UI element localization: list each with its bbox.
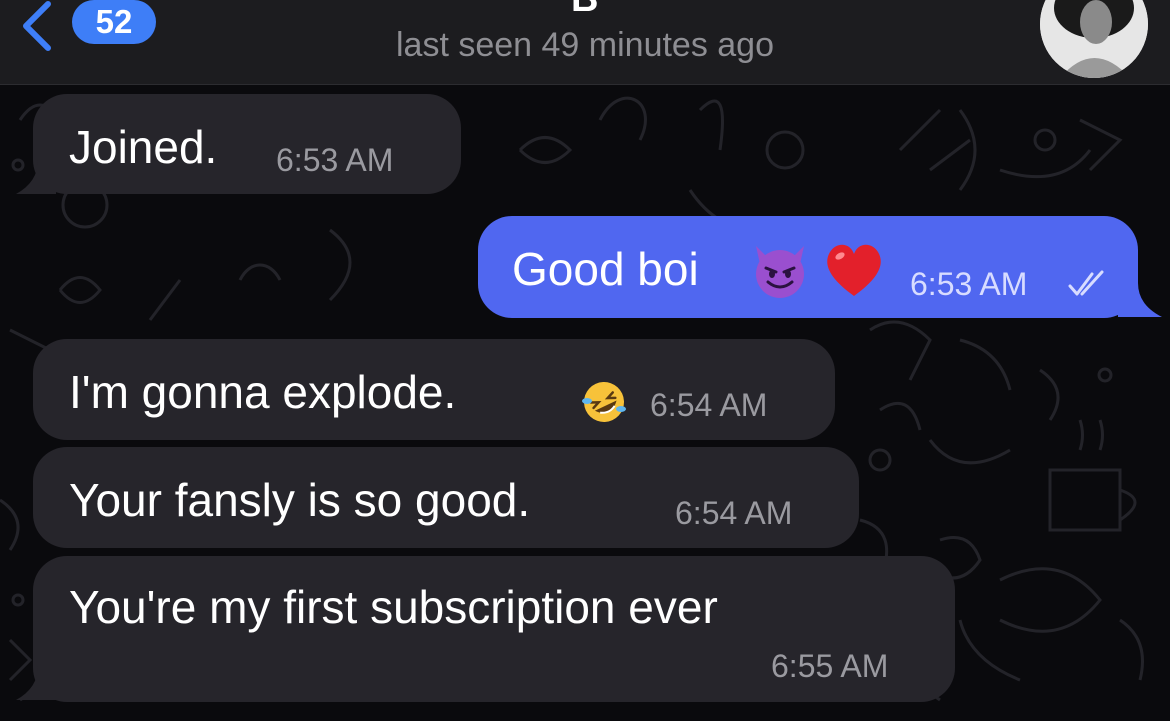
rofl-emoji <box>581 379 627 430</box>
message-bubble-incoming[interactable]: Your fansly is so good. 6:54 AM <box>33 447 859 548</box>
message-text: Good boi <box>512 243 699 295</box>
bubble-tail <box>16 666 56 700</box>
message-text: You're my first subscription ever <box>69 581 718 633</box>
last-seen-status: last seen 49 minutes ago <box>395 26 775 64</box>
message-text: I'm gonna explode. <box>69 366 457 418</box>
message-bubble-outgoing[interactable]: Good boi 6:53 AM <box>478 216 1138 318</box>
message-time: 6:54 AM <box>675 495 793 531</box>
message-time: 6:54 AM <box>650 387 768 423</box>
message-time: 6:53 AM <box>910 266 1028 302</box>
smiling-devil-emoji <box>748 236 812 305</box>
red-heart-emoji <box>822 238 886 305</box>
message-bubble-incoming[interactable]: I'm gonna explode. 6:54 AM <box>33 339 835 440</box>
chat-header: 52 B last seen 49 minutes ago <box>0 0 1170 85</box>
chat-title[interactable]: B <box>571 0 598 21</box>
bubble-tail <box>1118 283 1162 317</box>
avatar-photo <box>1040 0 1148 78</box>
contact-avatar[interactable] <box>1040 0 1148 78</box>
bubble-tail <box>16 160 56 194</box>
message-time: 6:53 AM <box>276 142 394 178</box>
double-check-icon <box>1068 270 1104 296</box>
message-time: 6:55 AM <box>771 648 889 684</box>
message-bubble-incoming[interactable]: You're my first subscription ever 6:55 A… <box>33 556 955 702</box>
chat-screen: 52 B last seen 49 minutes ago Joined. 6:… <box>0 0 1170 721</box>
message-text: Your fansly is so good. <box>69 474 531 526</box>
message-bubble-incoming[interactable]: Joined. 6:53 AM <box>33 94 461 194</box>
message-text: Joined. <box>69 121 218 173</box>
